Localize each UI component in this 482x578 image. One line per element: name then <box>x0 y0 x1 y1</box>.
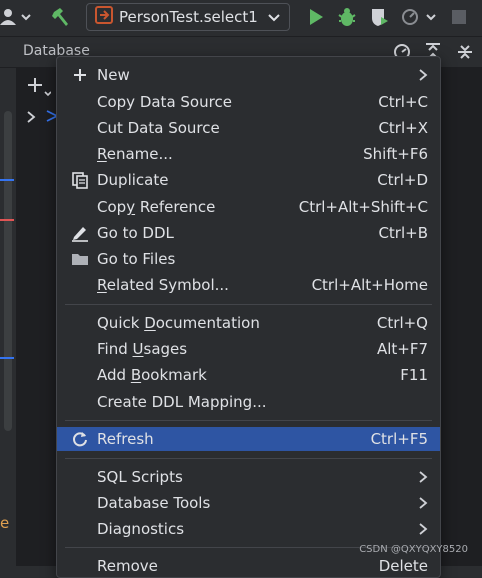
menu-item-label: Quick Documentation <box>97 314 260 332</box>
menu-item-cut-data-source[interactable]: Cut Data Source Ctrl+X <box>57 116 440 140</box>
debug-bug-icon[interactable] <box>336 6 358 28</box>
folder-icon <box>71 250 89 268</box>
menu-item-copy-reference[interactable]: Copy Reference Ctrl+Alt+Shift+C <box>57 195 440 219</box>
chevron-down-icon <box>267 8 281 30</box>
chevron-right-icon <box>418 496 428 514</box>
context-menu: New Copy Data Source Ctrl+C Cut Data Sou… <box>56 56 441 578</box>
menu-item-database-tools[interactable]: Database Tools <box>57 491 440 515</box>
menu-item-label: Rename... <box>97 145 173 163</box>
run-config-label: PersonTest.select1 <box>119 8 258 26</box>
menu-item-refresh[interactable]: Refresh Ctrl+F5 <box>57 427 440 451</box>
profiler-icon[interactable] <box>400 6 440 28</box>
edit-pencil-icon <box>71 224 89 242</box>
coverage-shield-icon[interactable] <box>368 6 390 28</box>
duplicate-icon <box>71 171 89 189</box>
run-configuration-dropdown[interactable]: PersonTest.select1 <box>86 3 290 31</box>
selection-marker <box>0 179 14 181</box>
main-toolbar: PersonTest.select1 <box>0 0 482 37</box>
menu-item-add-bookmark[interactable]: Add Bookmark F11 <box>57 363 440 387</box>
left-tool-strip <box>0 37 17 566</box>
menu-separator <box>65 458 432 459</box>
menu-item-copy-data-source[interactable]: Copy Data Source Ctrl+C <box>57 90 440 114</box>
menu-separator <box>65 420 432 421</box>
menu-item-create-ddl-mapping[interactable]: Create DDL Mapping... <box>57 390 440 414</box>
menu-item-label: Related Symbol... <box>97 276 229 294</box>
partial-text: e <box>0 514 10 532</box>
error-marker <box>0 219 14 221</box>
watermark-text: CSDN @QXYQXY8520 <box>359 544 468 555</box>
menu-item-duplicate[interactable]: Duplicate Ctrl+D <box>57 168 440 192</box>
build-hammer-icon[interactable] <box>50 6 72 28</box>
plus-icon <box>71 66 89 84</box>
menu-separator <box>65 304 432 305</box>
menu-item-label: Add Bookmark <box>97 366 207 384</box>
menu-item-related-symbol[interactable]: Related Symbol... Ctrl+Alt+Home <box>57 273 440 297</box>
menu-item-label: Find Usages <box>97 340 188 358</box>
menu-item-sql-scripts[interactable]: SQL Scripts <box>57 465 440 489</box>
chevron-right-icon <box>418 470 428 488</box>
menu-item-quick-documentation[interactable]: Quick Documentation Ctrl+Q <box>57 311 440 335</box>
junit-config-icon <box>95 6 113 28</box>
chevron-right-icon <box>418 68 428 86</box>
add-icon[interactable] <box>27 76 52 102</box>
run-icon[interactable] <box>306 6 326 28</box>
menu-item-diagnostics[interactable]: Diagnostics <box>57 517 440 541</box>
menu-item-rename[interactable]: Rename... Shift+F6 <box>57 142 440 166</box>
menu-item-label: Copy Reference <box>97 198 216 216</box>
expand-all-icon[interactable] <box>456 42 474 66</box>
stop-icon[interactable] <box>450 6 468 28</box>
user-account-icon[interactable] <box>0 6 34 28</box>
menu-item-new[interactable]: New <box>57 63 440 87</box>
menu-item-find-usages[interactable]: Find Usages Alt+F7 <box>57 337 440 361</box>
menu-item-go-to-ddl[interactable]: Go to DDL Ctrl+B <box>57 221 440 245</box>
selection-marker <box>0 357 14 359</box>
refresh-icon <box>71 430 89 448</box>
chevron-right-icon <box>418 522 428 540</box>
chevron-right-icon[interactable] <box>25 109 37 128</box>
tree-scrollbar[interactable] <box>4 111 12 431</box>
menu-item-remove[interactable]: Remove Delete <box>57 554 440 577</box>
menu-item-go-to-files[interactable]: Go to Files <box>57 247 440 271</box>
